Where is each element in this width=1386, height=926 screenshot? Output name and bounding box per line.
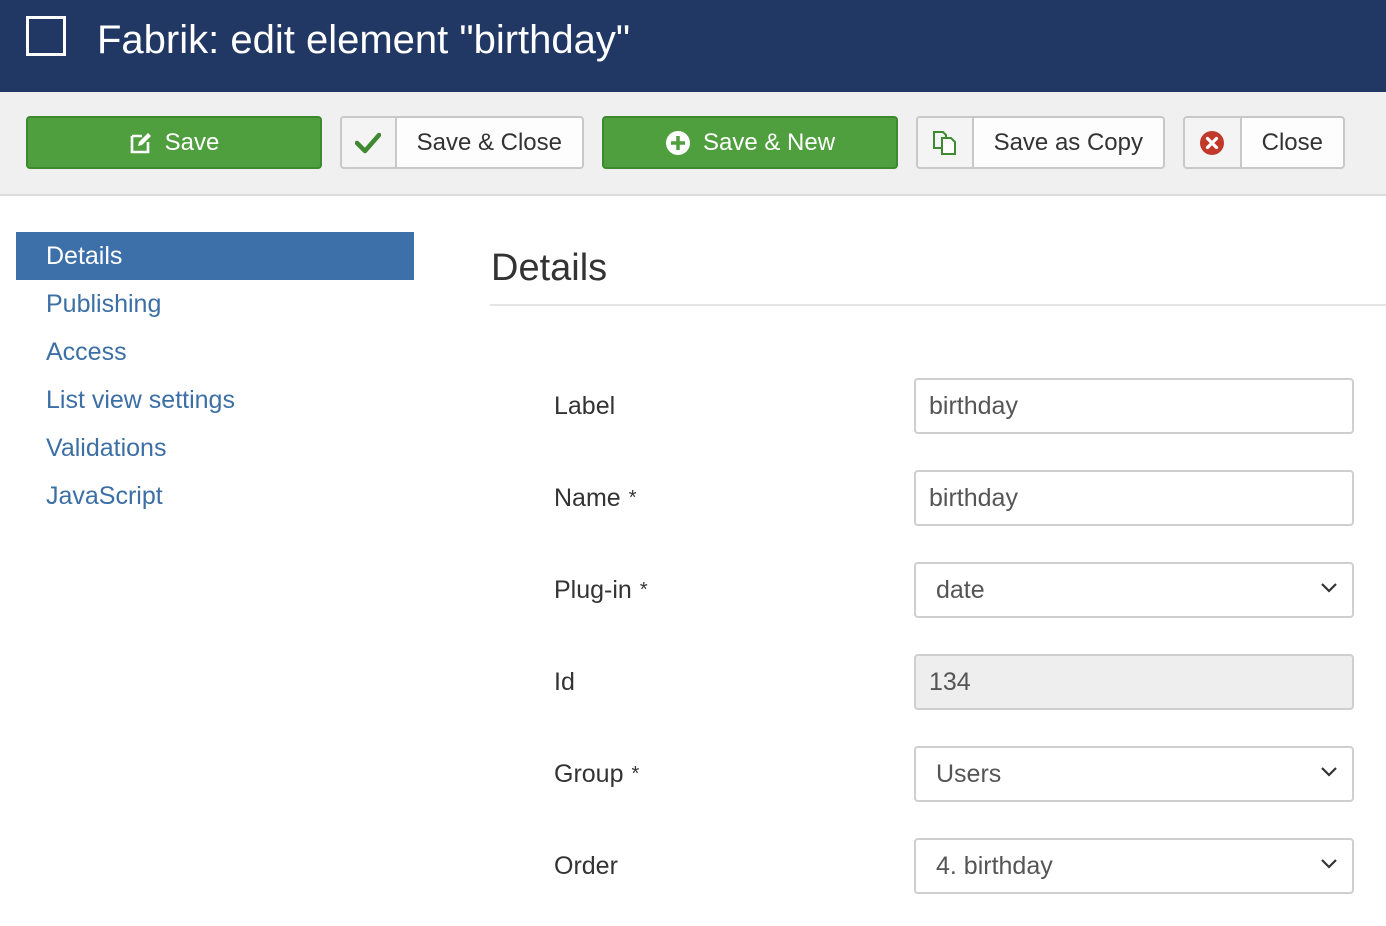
save-close-label: Save & Close — [416, 128, 562, 156]
plugin-field-label: Plug-in * — [554, 576, 648, 604]
order-field-label: Order — [554, 852, 618, 880]
nav-item-javascript[interactable]: JavaScript — [16, 472, 414, 520]
name-input[interactable]: birthday — [914, 470, 1354, 526]
save-new-button[interactable]: Save & New — [602, 116, 898, 169]
group-field-label: Group * — [554, 760, 640, 788]
sidebar-nav: Details Publishing Access List view sett… — [16, 232, 414, 520]
save-button-label: Save — [164, 128, 220, 156]
nav-item-publishing[interactable]: Publishing — [16, 280, 414, 328]
name-field-label: Name * — [554, 484, 637, 512]
page-title: Fabrik: edit element "birthday" — [97, 18, 631, 62]
save-close-button[interactable]: Save & Close — [340, 116, 584, 169]
required-marker: * — [628, 487, 637, 509]
nav-item-list-view-settings[interactable]: List view settings — [16, 376, 414, 424]
copy-icon — [918, 118, 974, 167]
check-icon — [342, 118, 397, 167]
nav-item-validations[interactable]: Validations — [16, 424, 414, 472]
divider — [490, 304, 1386, 306]
section-heading: Details — [491, 247, 608, 289]
save-copy-label: Save as Copy — [993, 128, 1143, 156]
id-field-label: Id — [554, 668, 575, 696]
label-input[interactable]: birthday — [914, 378, 1354, 434]
id-input: 134 — [914, 654, 1354, 710]
save-new-label: Save & New — [702, 128, 836, 156]
required-marker: * — [631, 763, 640, 785]
details-panel: Details — [490, 232, 1386, 306]
close-label: Close — [1261, 128, 1323, 156]
plus-circle-icon — [665, 130, 691, 156]
toolbar: Save Save & Close Save & New Save as Cop… — [0, 92, 1386, 196]
chevron-down-icon — [1321, 767, 1337, 777]
edit-icon — [129, 131, 153, 155]
page-header: Fabrik: edit element "birthday" — [0, 0, 1386, 92]
plugin-select[interactable]: date — [914, 562, 1354, 618]
required-marker: * — [639, 579, 648, 601]
close-circle-icon — [1185, 118, 1242, 167]
label-field-label: Label — [554, 392, 616, 420]
save-copy-button[interactable]: Save as Copy — [916, 116, 1165, 169]
group-select[interactable]: Users — [914, 746, 1354, 802]
nav-item-access[interactable]: Access — [16, 328, 414, 376]
chevron-down-icon — [1321, 859, 1337, 869]
checkbox-icon — [26, 16, 66, 56]
nav-item-details[interactable]: Details — [16, 232, 414, 280]
order-select[interactable]: 4. birthday — [914, 838, 1354, 894]
save-button[interactable]: Save — [26, 116, 322, 169]
close-button[interactable]: Close — [1183, 116, 1345, 169]
chevron-down-icon — [1321, 583, 1337, 593]
